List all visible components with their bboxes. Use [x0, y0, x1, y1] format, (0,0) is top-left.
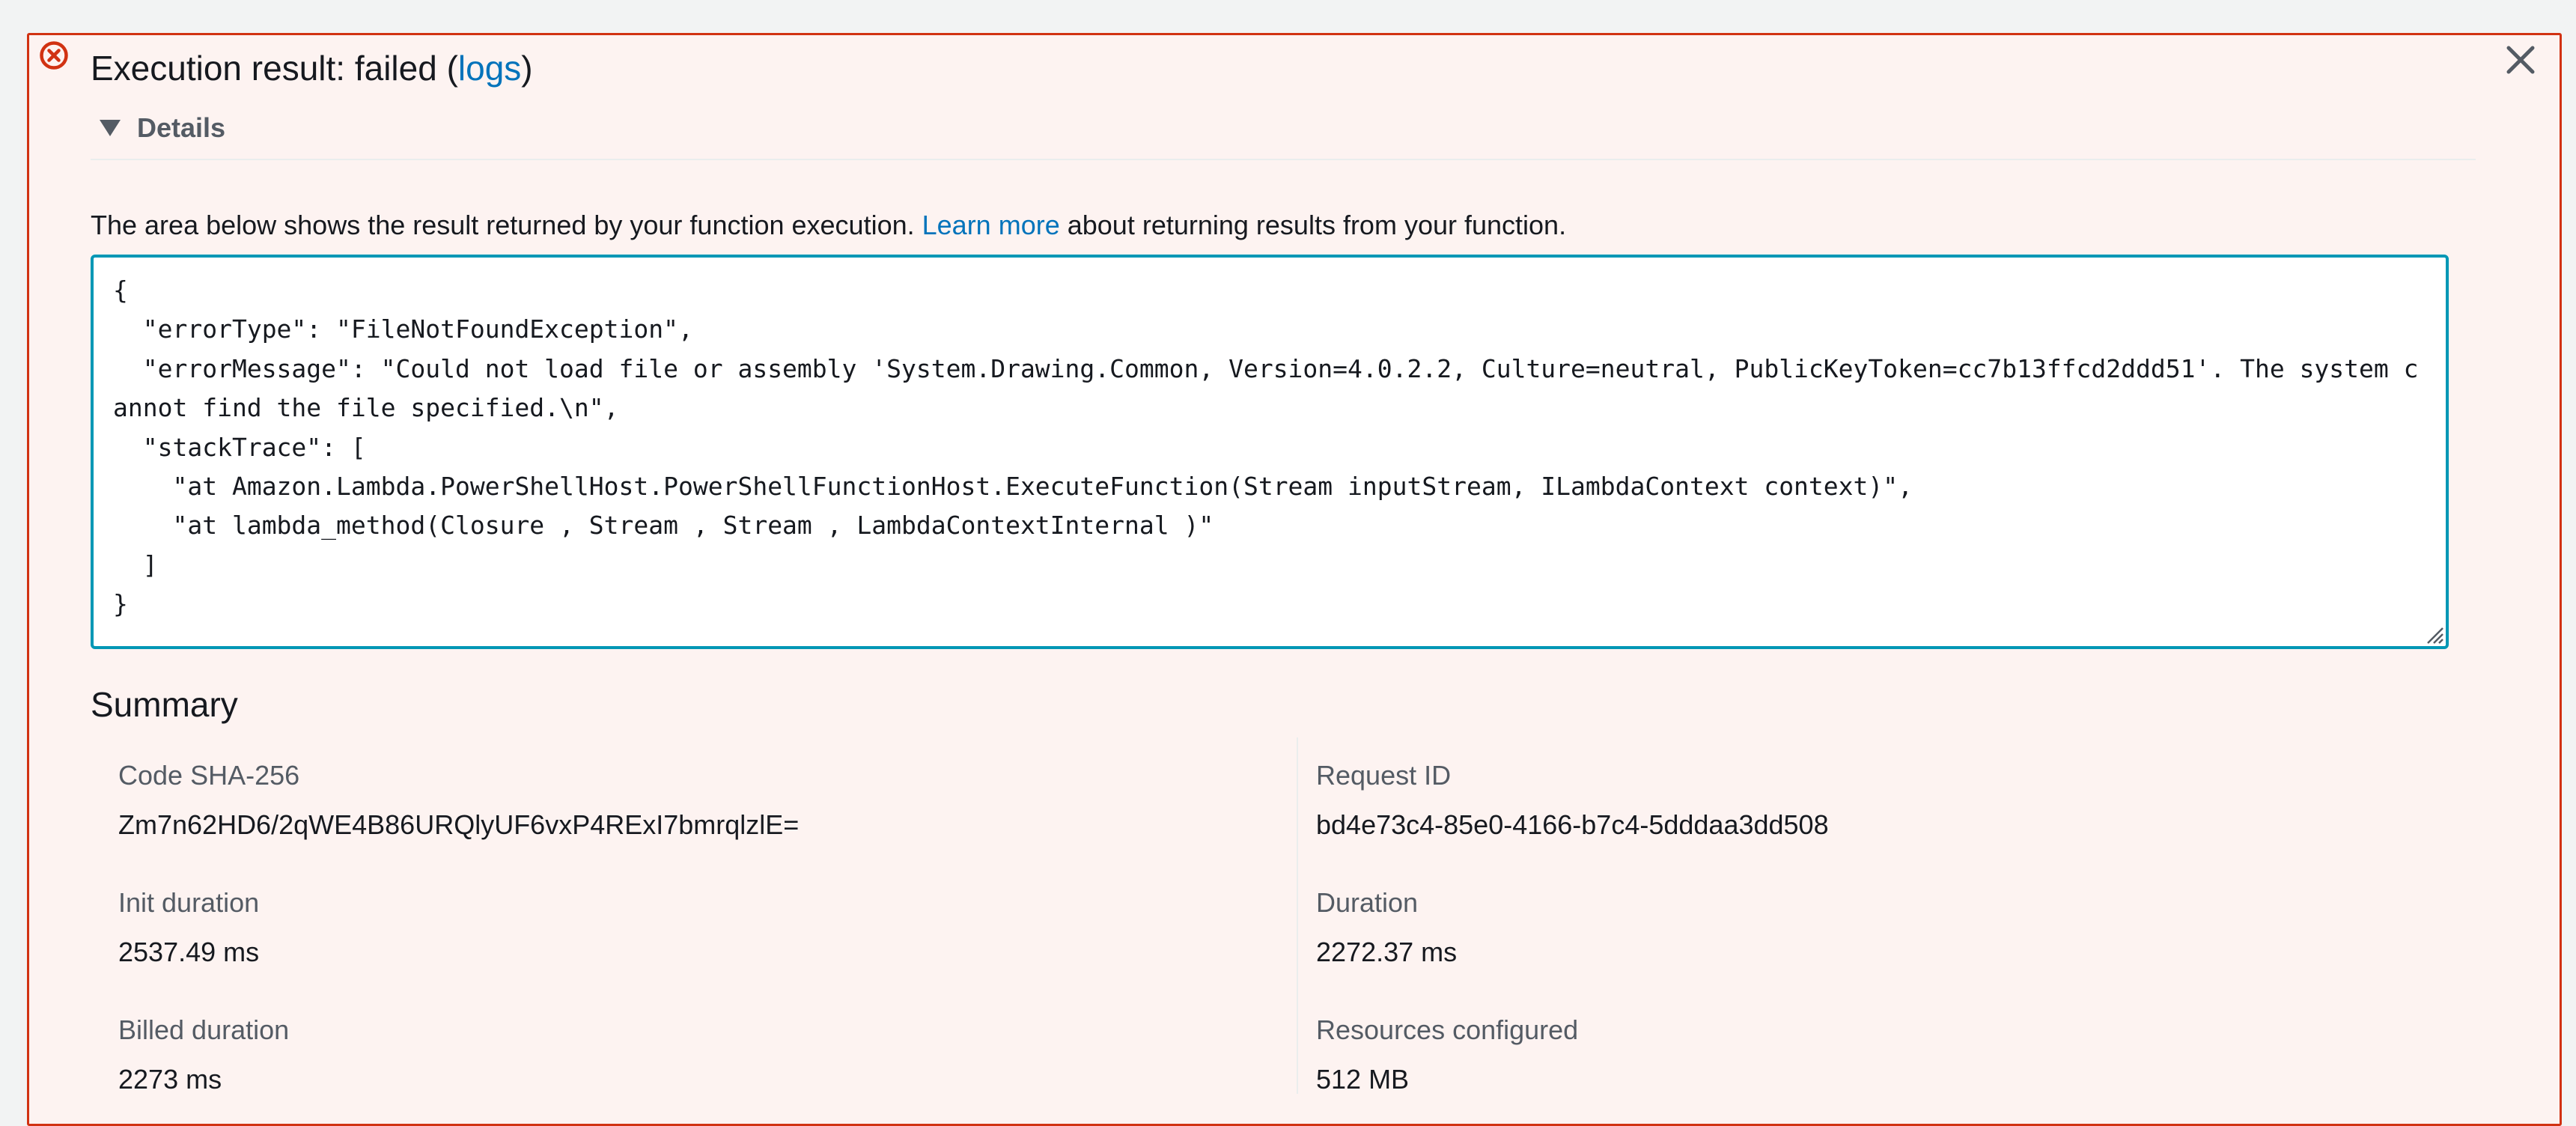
summary-heading: Summary	[91, 685, 238, 724]
code-sha256-label: Code SHA-256	[118, 760, 300, 791]
execution-result-text[interactable]: { "errorType": "FileNotFoundException", …	[113, 271, 2426, 624]
request-id-value: bd4e73c4-85e0-4166-b7c4-5dddaa3dd508	[1316, 809, 1829, 840]
caret-down-icon	[100, 120, 121, 136]
alert-title-suffix: )	[521, 49, 533, 88]
alert-title-prefix: Execution result: failed (	[91, 49, 458, 88]
details-toggle[interactable]: Details	[100, 109, 225, 147]
description-text-after: about returning results from your functi…	[1059, 210, 1567, 240]
billed-duration-value: 2273 ms	[118, 1064, 222, 1095]
result-description: The area below shows the result returned…	[91, 207, 1566, 244]
billed-duration-label: Billed duration	[118, 1014, 290, 1045]
details-label: Details	[137, 112, 226, 143]
close-button[interactable]	[2498, 37, 2543, 82]
duration-value: 2272.37 ms	[1316, 937, 1458, 967]
details-divider	[91, 159, 2476, 160]
duration-label: Duration	[1316, 887, 1419, 918]
logs-link[interactable]: logs	[458, 49, 521, 88]
init-duration-value: 2537.49 ms	[118, 937, 260, 967]
description-text-before: The area below shows the result returned…	[91, 210, 922, 240]
summary-column-divider	[1297, 737, 1298, 1094]
error-circle-icon	[40, 41, 68, 70]
learn-more-link[interactable]: Learn more	[922, 210, 1060, 240]
request-id-label: Request ID	[1316, 760, 1452, 791]
alert-title: Execution result: failed (logs)	[91, 42, 533, 94]
init-duration-label: Init duration	[118, 887, 260, 918]
execution-result-textarea[interactable]: { "errorType": "FileNotFoundException", …	[91, 255, 2449, 649]
resources-configured-label: Resources configured	[1316, 1014, 1579, 1045]
resources-configured-value: 512 MB	[1316, 1064, 1410, 1095]
resize-handle-icon[interactable]	[2423, 624, 2444, 645]
close-icon	[2506, 46, 2535, 74]
code-sha256-value: Zm7n62HD6/2qWE4B86URQlyUF6vxP4RExI7bmrql…	[118, 809, 800, 840]
